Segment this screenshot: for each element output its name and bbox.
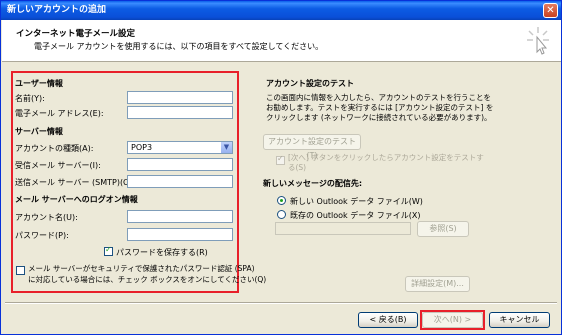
wizard-cursor-icon (527, 27, 549, 55)
header-title: インターネット電子メール設定 (16, 29, 136, 39)
email-label: 電子メール アドレス(E): (15, 109, 104, 118)
existing-data-file-radio[interactable] (277, 210, 286, 219)
incoming-server-input[interactable] (127, 158, 233, 171)
new-data-file-label[interactable]: 新しい Outlook データ ファイル(W) (290, 196, 423, 207)
user-info-heading: ユーザー情報 (15, 79, 63, 88)
account-test-description-1: この画面内に情報を入力したら、アカウントのテストを行うことを (266, 93, 491, 102)
add-account-window: 新しいアカウントの追加 ✕ インターネット電子メール設定 電子メール アカウント… (0, 0, 562, 335)
name-label: 名前(Y): (15, 94, 45, 103)
save-password-label[interactable]: パスワードを保存する(R) (116, 247, 208, 258)
spa-label-line2[interactable]: に対応している場合には、チェック ボックスをオンにしてください(Q) (28, 275, 266, 285)
spa-label-line1[interactable]: メール サーバーがセキュリティで保護されたパスワード認証 (SPA) (28, 264, 255, 274)
back-button[interactable]: < 戻る(B) (358, 312, 418, 328)
spa-checkbox[interactable] (16, 266, 25, 275)
incoming-server-label: 受信メール サーバー(I): (15, 161, 101, 170)
password-label: パスワード(P): (15, 231, 69, 240)
server-info-heading: サーバー情報 (15, 127, 63, 136)
account-type-label: アカウントの種類(A): (15, 144, 94, 153)
cancel-button[interactable]: キャンセル (489, 312, 550, 328)
account-test-description-3: クリックします (ネットワークに接続されている必要があります)。 (266, 113, 492, 122)
wizard-header: インターネット電子メール設定 電子メール アカウントを使用するには、以下の項目を… (2, 20, 561, 62)
title-bar[interactable]: 新しいアカウントの追加 ✕ (1, 1, 561, 20)
auto-test-label-line1[interactable]: [次へ] ボタンをクリックしたらアカウント設定をテストす (288, 153, 484, 163)
window-title: 新しいアカウントの追加 (7, 5, 107, 15)
name-input[interactable] (127, 91, 233, 104)
account-test-heading: アカウント設定のテスト (266, 79, 354, 88)
account-name-input[interactable] (127, 210, 233, 223)
data-file-path-input[interactable] (275, 222, 411, 235)
chevron-down-icon[interactable]: ▼ (220, 142, 232, 153)
delivery-heading: 新しいメッセージの配信先: (263, 179, 363, 188)
email-input[interactable] (127, 106, 233, 119)
outgoing-server-input[interactable] (127, 175, 233, 188)
logon-info-heading: メール サーバーへのログオン情報 (15, 195, 138, 204)
auto-test-label-line2[interactable]: る(S) (288, 163, 306, 173)
account-test-description-2: お勧めします。テストを実行するには [アカウント設定のテスト] を (266, 103, 494, 112)
footer-divider (5, 302, 557, 304)
next-button[interactable]: 次へ(N) > (422, 312, 483, 328)
new-data-file-radio[interactable] (277, 196, 286, 205)
test-account-button[interactable]: アカウント設定のテスト(T) (263, 134, 361, 160)
header-subtitle: 電子メール アカウントを使用するには、以下の項目をすべて設定してください。 (34, 42, 324, 51)
existing-data-file-label[interactable]: 既存の Outlook データ ファイル(X) (290, 210, 421, 221)
close-button[interactable]: ✕ (543, 3, 558, 18)
outgoing-server-label: 送信メール サーバー (SMTP)(O): (15, 178, 136, 187)
password-input[interactable] (127, 228, 233, 241)
more-settings-button[interactable]: 詳細設定(M)... (405, 276, 470, 292)
auto-test-checkbox[interactable] (276, 154, 285, 165)
account-type-value: POP3 (131, 143, 153, 152)
account-name-label: アカウント名(U): (15, 213, 78, 222)
account-type-select[interactable]: POP3 ▼ (127, 141, 233, 154)
browse-button[interactable]: 参照(S) (417, 221, 469, 237)
save-password-checkbox[interactable] (104, 245, 113, 256)
